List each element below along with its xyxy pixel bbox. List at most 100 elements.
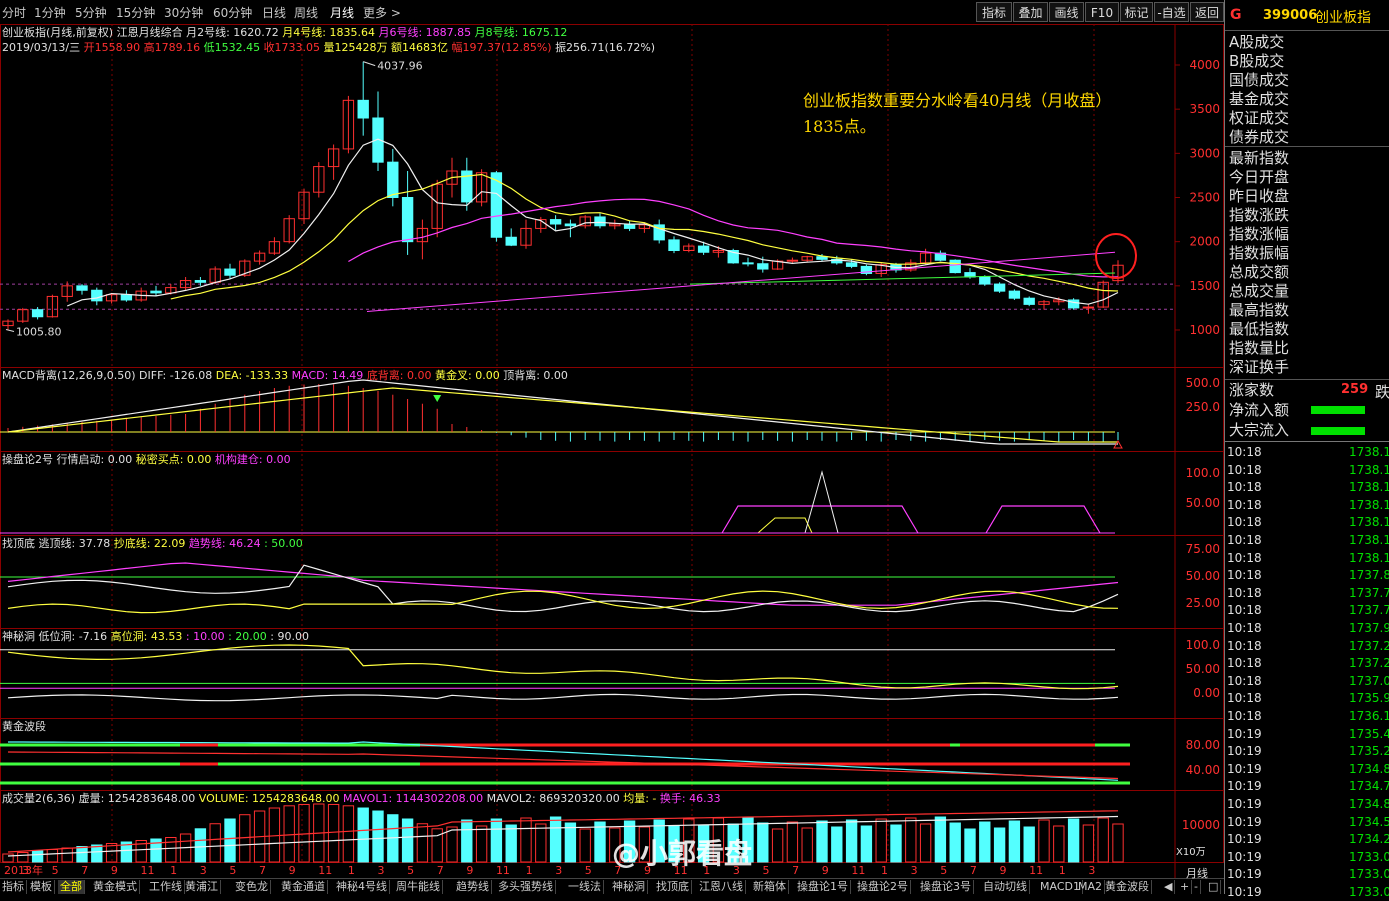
candle-body[interactable] (786, 259, 799, 262)
candle-body[interactable] (31, 309, 44, 318)
toolbar-button-0[interactable]: 指标 (976, 2, 1012, 22)
candle-body[interactable] (594, 216, 606, 227)
candle-body[interactable] (564, 223, 577, 227)
tick-row[interactable]: 10:18 1738.1 (1227, 549, 1389, 567)
turnover-item[interactable]: B股成交 (1229, 52, 1284, 71)
candle-body[interactable] (357, 99, 369, 119)
period-tab-5[interactable]: 60分钟 (213, 4, 252, 21)
indicator-tab-7[interactable]: 黄金通道 (279, 880, 328, 894)
candle-body[interactable] (549, 219, 562, 225)
tick-row[interactable]: 10:18 1737.2 (1227, 654, 1389, 672)
candle-body[interactable] (816, 256, 828, 260)
candle-body[interactable] (949, 259, 961, 274)
tick-row[interactable]: 10:18 1737.8 (1227, 566, 1389, 584)
turnover-item[interactable]: 国债成交 (1229, 71, 1289, 90)
index-stat-item[interactable]: 最新指数 (1229, 149, 1289, 168)
period-tab-6[interactable]: 日线 (262, 4, 286, 21)
period-tab-3[interactable]: 15分钟 (116, 4, 155, 21)
period-tab-8[interactable]: 月线 (330, 4, 354, 21)
indicator-tab-8[interactable]: 神秘4号线 (334, 880, 390, 894)
tick-row[interactable]: 10:18 1737.0 (1227, 672, 1389, 690)
period-tab-0[interactable]: 分时 (2, 4, 26, 21)
indicator-tab-2[interactable]: 全部 (58, 880, 85, 894)
tick-row[interactable]: 10:19 1735.4 (1227, 725, 1389, 743)
tick-row[interactable]: 10:19 1734.8 (1227, 795, 1389, 813)
tick-row[interactable]: 10:19 1734.2 (1227, 830, 1389, 848)
period-tab-4[interactable]: 30分钟 (164, 4, 203, 21)
tick-row[interactable]: 10:18 1737.7 (1227, 584, 1389, 602)
candle-body[interactable] (91, 289, 103, 302)
toolbar-button-3[interactable]: F10 (1085, 2, 1119, 22)
tick-row[interactable]: 10:18 1738.1 (1227, 478, 1389, 496)
candle-body[interactable] (993, 283, 1006, 292)
tick-row[interactable]: 10:18 1737.9 (1227, 619, 1389, 637)
period-tab-7[interactable]: 周线 (294, 4, 318, 21)
indicator-tab-20[interactable]: 自动切线 (981, 880, 1030, 894)
tick-row[interactable]: 10:18 1738.1 (1227, 461, 1389, 479)
indicator-tab-23[interactable]: 黄金波段 (1103, 880, 1152, 894)
tick-row[interactable]: 10:18 1738.1 (1227, 496, 1389, 514)
indicator-tab-14[interactable]: 找顶底 (654, 880, 692, 894)
candle-body[interactable] (1008, 290, 1021, 299)
candle-body[interactable] (1023, 297, 1035, 305)
candle-body[interactable] (387, 161, 399, 199)
indicator-tab-6[interactable]: 变色龙 (233, 880, 271, 894)
indicator-tab-5[interactable]: 黄浦江 (183, 880, 221, 894)
candle-body[interactable] (505, 236, 517, 246)
add-tab-button[interactable]: + (1178, 880, 1193, 894)
indicator-tab-0[interactable]: 指标 (0, 880, 27, 894)
tick-row[interactable]: 10:19 1735.2 (1227, 742, 1389, 760)
candle-body[interactable] (845, 262, 858, 267)
candle-body[interactable] (668, 239, 680, 251)
tick-row[interactable]: 10:18 1736.1 (1227, 707, 1389, 725)
tick-row[interactable]: 10:18 1735.9 (1227, 689, 1389, 707)
candle-body[interactable] (120, 294, 133, 301)
indicator-tab-22[interactable]: MA2 (1076, 880, 1106, 894)
index-stat-item[interactable]: 指数振幅 (1229, 244, 1289, 263)
index-stat-item[interactable]: 总成交额 (1229, 263, 1289, 282)
candle-body[interactable] (224, 268, 236, 276)
indicator-tab-3[interactable]: 黄金模式 (91, 880, 140, 894)
tick-row[interactable]: 10:18 1738.1 (1227, 443, 1389, 461)
indicator-tab-11[interactable]: 多头强势线 (496, 880, 556, 894)
candle-body[interactable] (150, 290, 162, 294)
candle-body[interactable] (401, 197, 414, 243)
candle-body[interactable] (194, 280, 207, 283)
indicator-tab-13[interactable]: 神秘洞 (610, 880, 648, 894)
candle-body[interactable] (742, 262, 754, 265)
index-stat-item[interactable]: 今日开盘 (1229, 168, 1289, 187)
candle-body[interactable] (76, 285, 88, 291)
period-tab-9[interactable]: 更多 > (363, 4, 401, 21)
tick-row[interactable]: 10:19 1733.0 (1227, 883, 1389, 901)
index-stat-item[interactable]: 最高指数 (1229, 301, 1289, 320)
toolbar-button-6[interactable]: 返回 (1190, 2, 1224, 22)
turnover-item[interactable]: 基金成交 (1229, 90, 1289, 109)
indicator-tab-17[interactable]: 操盘论1号 (795, 880, 851, 894)
tick-row[interactable]: 10:18 1737.7 (1227, 601, 1389, 619)
remove-tab-button[interactable]: - (1192, 880, 1201, 894)
indicator-tab-9[interactable]: 周牛能线 (394, 880, 443, 894)
period-tab-2[interactable]: 5分钟 (75, 4, 107, 21)
period-tab-1[interactable]: 1分钟 (34, 4, 66, 21)
index-stat-item[interactable]: 总成交量 (1229, 282, 1289, 301)
indicator-tab-18[interactable]: 操盘论2号 (855, 880, 911, 894)
index-stat-item[interactable]: 最低指数 (1229, 320, 1289, 339)
tick-row[interactable]: 10:19 1734.8 (1227, 760, 1389, 778)
toolbar-button-2[interactable]: 画线 (1049, 2, 1084, 22)
index-stat-item[interactable]: 昨日收盘 (1229, 187, 1289, 206)
index-stat-item[interactable]: 指数量比 (1229, 339, 1289, 358)
turnover-item[interactable]: A股成交 (1229, 33, 1284, 52)
candle-body[interactable] (697, 245, 710, 253)
tick-row[interactable]: 10:19 1733.0 (1227, 848, 1389, 866)
indicator-tab-4[interactable]: 工作线 (147, 880, 185, 894)
index-stat-item[interactable]: 指数涨跌 (1229, 206, 1289, 225)
toolbar-button-1[interactable]: 叠加 (1013, 2, 1048, 22)
index-stat-item[interactable]: 指数涨幅 (1229, 225, 1289, 244)
indicator-tab-1[interactable]: 模板 (28, 880, 55, 894)
candle-body[interactable] (757, 263, 769, 270)
tick-row[interactable]: 10:19 1734.7 (1227, 777, 1389, 795)
indicator-tab-19[interactable]: 操盘论3号 (918, 880, 974, 894)
toolbar-button-4[interactable]: 标记 (1120, 2, 1153, 22)
tick-row[interactable]: 10:18 1738.1 (1227, 531, 1389, 549)
kline-chart[interactable]: 4000 3500 3000 2500 2000 1500 1000 4037.96 1005.… (0, 24, 1224, 878)
